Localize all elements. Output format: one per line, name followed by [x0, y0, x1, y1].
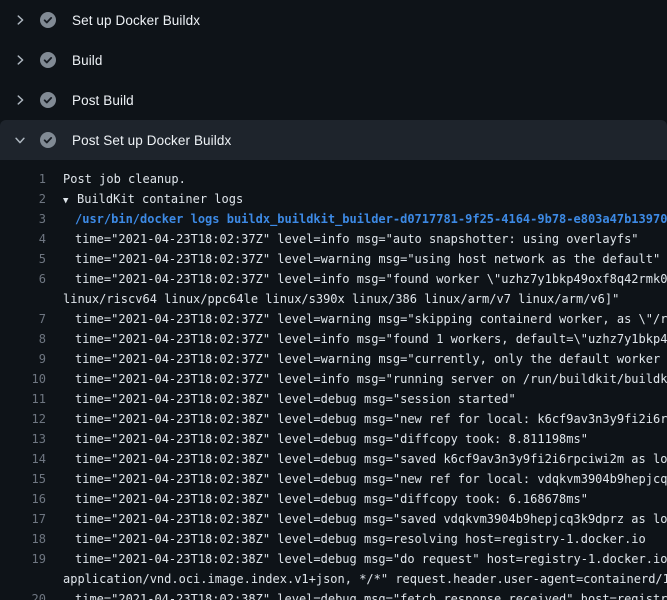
check-circle-icon: [40, 92, 56, 108]
log-line: 9 time="2021-04-23T18:02:37Z" level=warn…: [0, 349, 667, 369]
line-number[interactable]: 20: [0, 589, 46, 600]
log-text: time="2021-04-23T18:02:37Z" level=warnin…: [46, 249, 660, 269]
log-text: time="2021-04-23T18:02:37Z" level=info m…: [46, 369, 667, 389]
line-number[interactable]: 4: [0, 229, 46, 249]
step-label: Set up Docker Buildx: [72, 13, 200, 28]
step-label: Build: [72, 53, 103, 68]
log-text: time="2021-04-23T18:02:38Z" level=debug …: [46, 449, 667, 469]
log-line: 3 /usr/bin/docker logs buildx_buildkit_b…: [0, 209, 667, 229]
log-line: linux/riscv64 linux/ppc64le linux/s390x …: [0, 289, 667, 309]
log-line: 4 time="2021-04-23T18:02:37Z" level=info…: [0, 229, 667, 249]
check-circle-icon: [40, 52, 56, 68]
log-line: application/vnd.oci.image.index.v1+json,…: [0, 569, 667, 589]
log-text: time="2021-04-23T18:02:37Z" level=info m…: [46, 269, 667, 289]
line-number[interactable]: 3: [0, 209, 46, 229]
line-number[interactable]: 16: [0, 489, 46, 509]
log-text: time="2021-04-23T18:02:38Z" level=debug …: [46, 589, 667, 600]
log-text: time="2021-04-23T18:02:38Z" level=debug …: [46, 549, 667, 569]
log-line: 15 time="2021-04-23T18:02:38Z" level=deb…: [0, 469, 667, 489]
step-label: Post Set up Docker Buildx: [72, 133, 231, 148]
line-number[interactable]: 5: [0, 249, 46, 269]
log-text: /usr/bin/docker logs buildx_buildkit_bui…: [46, 209, 667, 229]
log-line: 13 time="2021-04-23T18:02:38Z" level=deb…: [0, 429, 667, 449]
log-text: time="2021-04-23T18:02:38Z" level=debug …: [46, 509, 667, 529]
step-label: Post Build: [72, 93, 134, 108]
log-line: 8 time="2021-04-23T18:02:37Z" level=info…: [0, 329, 667, 349]
line-number[interactable]: 19: [0, 549, 46, 569]
step-list: Set up Docker Buildx Build: [0, 0, 667, 160]
line-number[interactable]: 9: [0, 349, 46, 369]
log-text: time="2021-04-23T18:02:38Z" level=debug …: [46, 469, 667, 489]
log-line: 19 time="2021-04-23T18:02:38Z" level=deb…: [0, 549, 667, 569]
log-text: time="2021-04-23T18:02:38Z" level=debug …: [46, 409, 667, 429]
line-number[interactable]: 12: [0, 409, 46, 429]
log-text: time="2021-04-23T18:02:38Z" level=debug …: [46, 489, 588, 509]
log-text: time="2021-04-23T18:02:38Z" level=debug …: [46, 529, 646, 549]
log-line: 16 time="2021-04-23T18:02:38Z" level=deb…: [0, 489, 667, 509]
chevron-right-icon: [13, 13, 27, 27]
line-number[interactable]: 15: [0, 469, 46, 489]
check-circle-icon: [40, 12, 56, 28]
line-number[interactable]: 13: [0, 429, 46, 449]
log-text: ▼BuildKit container logs: [46, 189, 243, 209]
log-text: time="2021-04-23T18:02:38Z" level=debug …: [46, 389, 516, 409]
line-number[interactable]: 18: [0, 529, 46, 549]
log-text: time="2021-04-23T18:02:38Z" level=debug …: [46, 429, 588, 449]
log-line: 17 time="2021-04-23T18:02:38Z" level=deb…: [0, 509, 667, 529]
step-header[interactable]: Set up Docker Buildx: [0, 0, 667, 40]
log-line: 12 time="2021-04-23T18:02:38Z" level=deb…: [0, 409, 667, 429]
log-content: 1 Post job cleanup. 2 ▼BuildKit containe…: [0, 160, 667, 600]
log-line: 11 time="2021-04-23T18:02:38Z" level=deb…: [0, 389, 667, 409]
log-text: time="2021-04-23T18:02:37Z" level=info m…: [46, 329, 667, 349]
line-number[interactable]: 14: [0, 449, 46, 469]
chevron-right-icon: [13, 93, 27, 107]
step-header[interactable]: Post Build: [0, 80, 667, 120]
line-number[interactable]: 7: [0, 309, 46, 329]
line-number[interactable]: 8: [0, 329, 46, 349]
log-text: time="2021-04-23T18:02:37Z" level=info m…: [46, 229, 639, 249]
line-number[interactable]: 10: [0, 369, 46, 389]
line-number[interactable]: [0, 569, 46, 589]
log-text: Post job cleanup.: [46, 169, 186, 189]
line-number[interactable]: 17: [0, 509, 46, 529]
check-circle-icon: [40, 132, 56, 148]
log-line: 7 time="2021-04-23T18:02:37Z" level=warn…: [0, 309, 667, 329]
step-header[interactable]: Post Set up Docker Buildx: [0, 120, 667, 160]
log-line: 2 ▼BuildKit container logs: [0, 189, 667, 209]
line-number[interactable]: 11: [0, 389, 46, 409]
line-number[interactable]: [0, 289, 46, 309]
line-number[interactable]: 2: [0, 189, 46, 209]
log-text: time="2021-04-23T18:02:37Z" level=warnin…: [46, 349, 667, 369]
chevron-right-icon: [13, 53, 27, 67]
line-number[interactable]: 1: [0, 169, 46, 189]
step-header[interactable]: Build: [0, 40, 667, 80]
log-line: 20 time="2021-04-23T18:02:38Z" level=deb…: [0, 589, 667, 600]
log-text: application/vnd.oci.image.index.v1+json,…: [46, 569, 667, 589]
log-line: 10 time="2021-04-23T18:02:37Z" level=inf…: [0, 369, 667, 389]
line-number[interactable]: 6: [0, 269, 46, 289]
log-line: 18 time="2021-04-23T18:02:38Z" level=deb…: [0, 529, 667, 549]
actions-log-viewer: Set up Docker Buildx Build: [0, 0, 667, 600]
log-line: 14 time="2021-04-23T18:02:38Z" level=deb…: [0, 449, 667, 469]
log-line: 5 time="2021-04-23T18:02:37Z" level=warn…: [0, 249, 667, 269]
log-line: 6 time="2021-04-23T18:02:37Z" level=info…: [0, 269, 667, 289]
log-text: time="2021-04-23T18:02:37Z" level=warnin…: [46, 309, 667, 329]
collapse-triangle-icon[interactable]: ▼: [63, 191, 77, 209]
log-text: linux/riscv64 linux/ppc64le linux/s390x …: [46, 289, 619, 309]
log-line: 1 Post job cleanup.: [0, 169, 667, 189]
chevron-down-icon: [13, 133, 27, 147]
